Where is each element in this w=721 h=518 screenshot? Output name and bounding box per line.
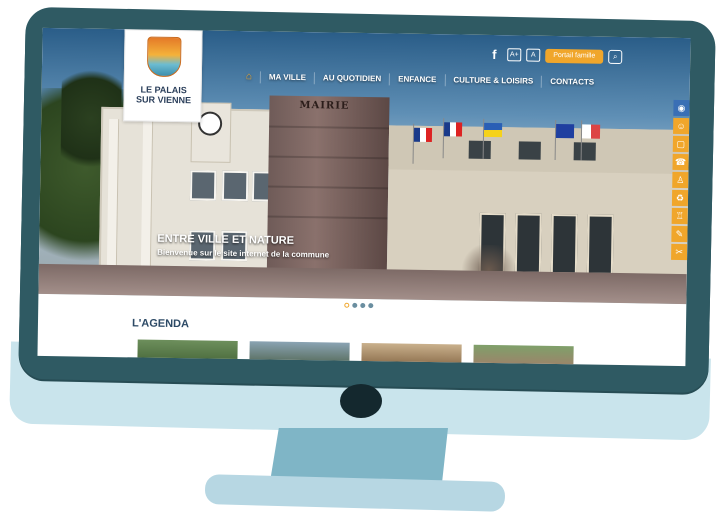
eye-icon[interactable]: ◉ bbox=[673, 99, 690, 117]
font-decrease-button[interactable]: A bbox=[526, 48, 541, 62]
slider-dot[interactable] bbox=[360, 302, 366, 309]
site-logo[interactable]: LE PALAIS SUR VIENNE bbox=[123, 29, 203, 123]
nav-item-culture-loisirs[interactable]: CULTURE & LOISIRS bbox=[445, 74, 543, 88]
calendar-icon[interactable]: ▢ bbox=[672, 135, 689, 153]
monitor-logo-dot bbox=[340, 384, 382, 418]
nav-item-au-quotidien[interactable]: AU QUOTIDIEN bbox=[314, 72, 391, 86]
user-icon[interactable]: ☺ bbox=[673, 117, 690, 135]
search-icon[interactable]: ⌕ bbox=[608, 49, 623, 64]
slider-dots bbox=[344, 302, 374, 309]
slider-dot[interactable] bbox=[368, 303, 374, 309]
flag-icon bbox=[443, 122, 463, 137]
font-increase-button[interactable]: A+ bbox=[507, 48, 522, 62]
screen: MAIRIE LE PALAIS SUR VIENNE f A+ A Porta… bbox=[37, 27, 691, 367]
recycle-icon[interactable]: ♻ bbox=[671, 189, 689, 207]
portail-famille-button[interactable]: Portail famille bbox=[545, 48, 604, 64]
logo-line-2: SUR VIENNE bbox=[135, 94, 192, 106]
side-toolbar: ◉ ☺ ▢ ☎ ♙ ♻ ♖ ✎ ✂ bbox=[671, 99, 690, 261]
nav-item-enfance[interactable]: ENFANCE bbox=[390, 73, 446, 87]
tools-icon[interactable]: ✂ bbox=[671, 243, 688, 261]
flag-icon bbox=[483, 122, 503, 138]
edit-icon[interactable]: ✎ bbox=[671, 225, 688, 243]
person-icon[interactable]: ♙ bbox=[672, 171, 689, 189]
flag-icon bbox=[555, 124, 575, 139]
agenda-title: L'AGENDA bbox=[131, 317, 190, 331]
flag-icon bbox=[413, 127, 433, 143]
phone-icon[interactable]: ☎ bbox=[672, 153, 689, 171]
facebook-icon[interactable]: f bbox=[492, 47, 502, 62]
top-toolbar: f A+ A Portail famille ⌕ bbox=[492, 47, 623, 64]
building-icon[interactable]: ♖ bbox=[671, 207, 688, 225]
agenda-card[interactable] bbox=[473, 344, 574, 367]
slider-dot[interactable] bbox=[352, 302, 358, 308]
crest-icon bbox=[146, 36, 182, 78]
nav-item-contacts[interactable]: CONTACTS bbox=[542, 76, 602, 89]
slider-dot[interactable] bbox=[344, 302, 350, 308]
hero-title: ENTRE VILLE ET NATURE bbox=[157, 232, 295, 247]
home-icon[interactable]: ⌂ bbox=[237, 71, 262, 84]
flag-icon bbox=[581, 124, 601, 139]
monitor-stand-base bbox=[204, 474, 506, 512]
nav-item-ma-ville[interactable]: MA VILLE bbox=[260, 71, 316, 85]
building-sign: MAIRIE bbox=[299, 99, 350, 112]
clock-icon bbox=[197, 111, 223, 136]
logo-text: LE PALAIS SUR VIENNE bbox=[124, 84, 202, 105]
